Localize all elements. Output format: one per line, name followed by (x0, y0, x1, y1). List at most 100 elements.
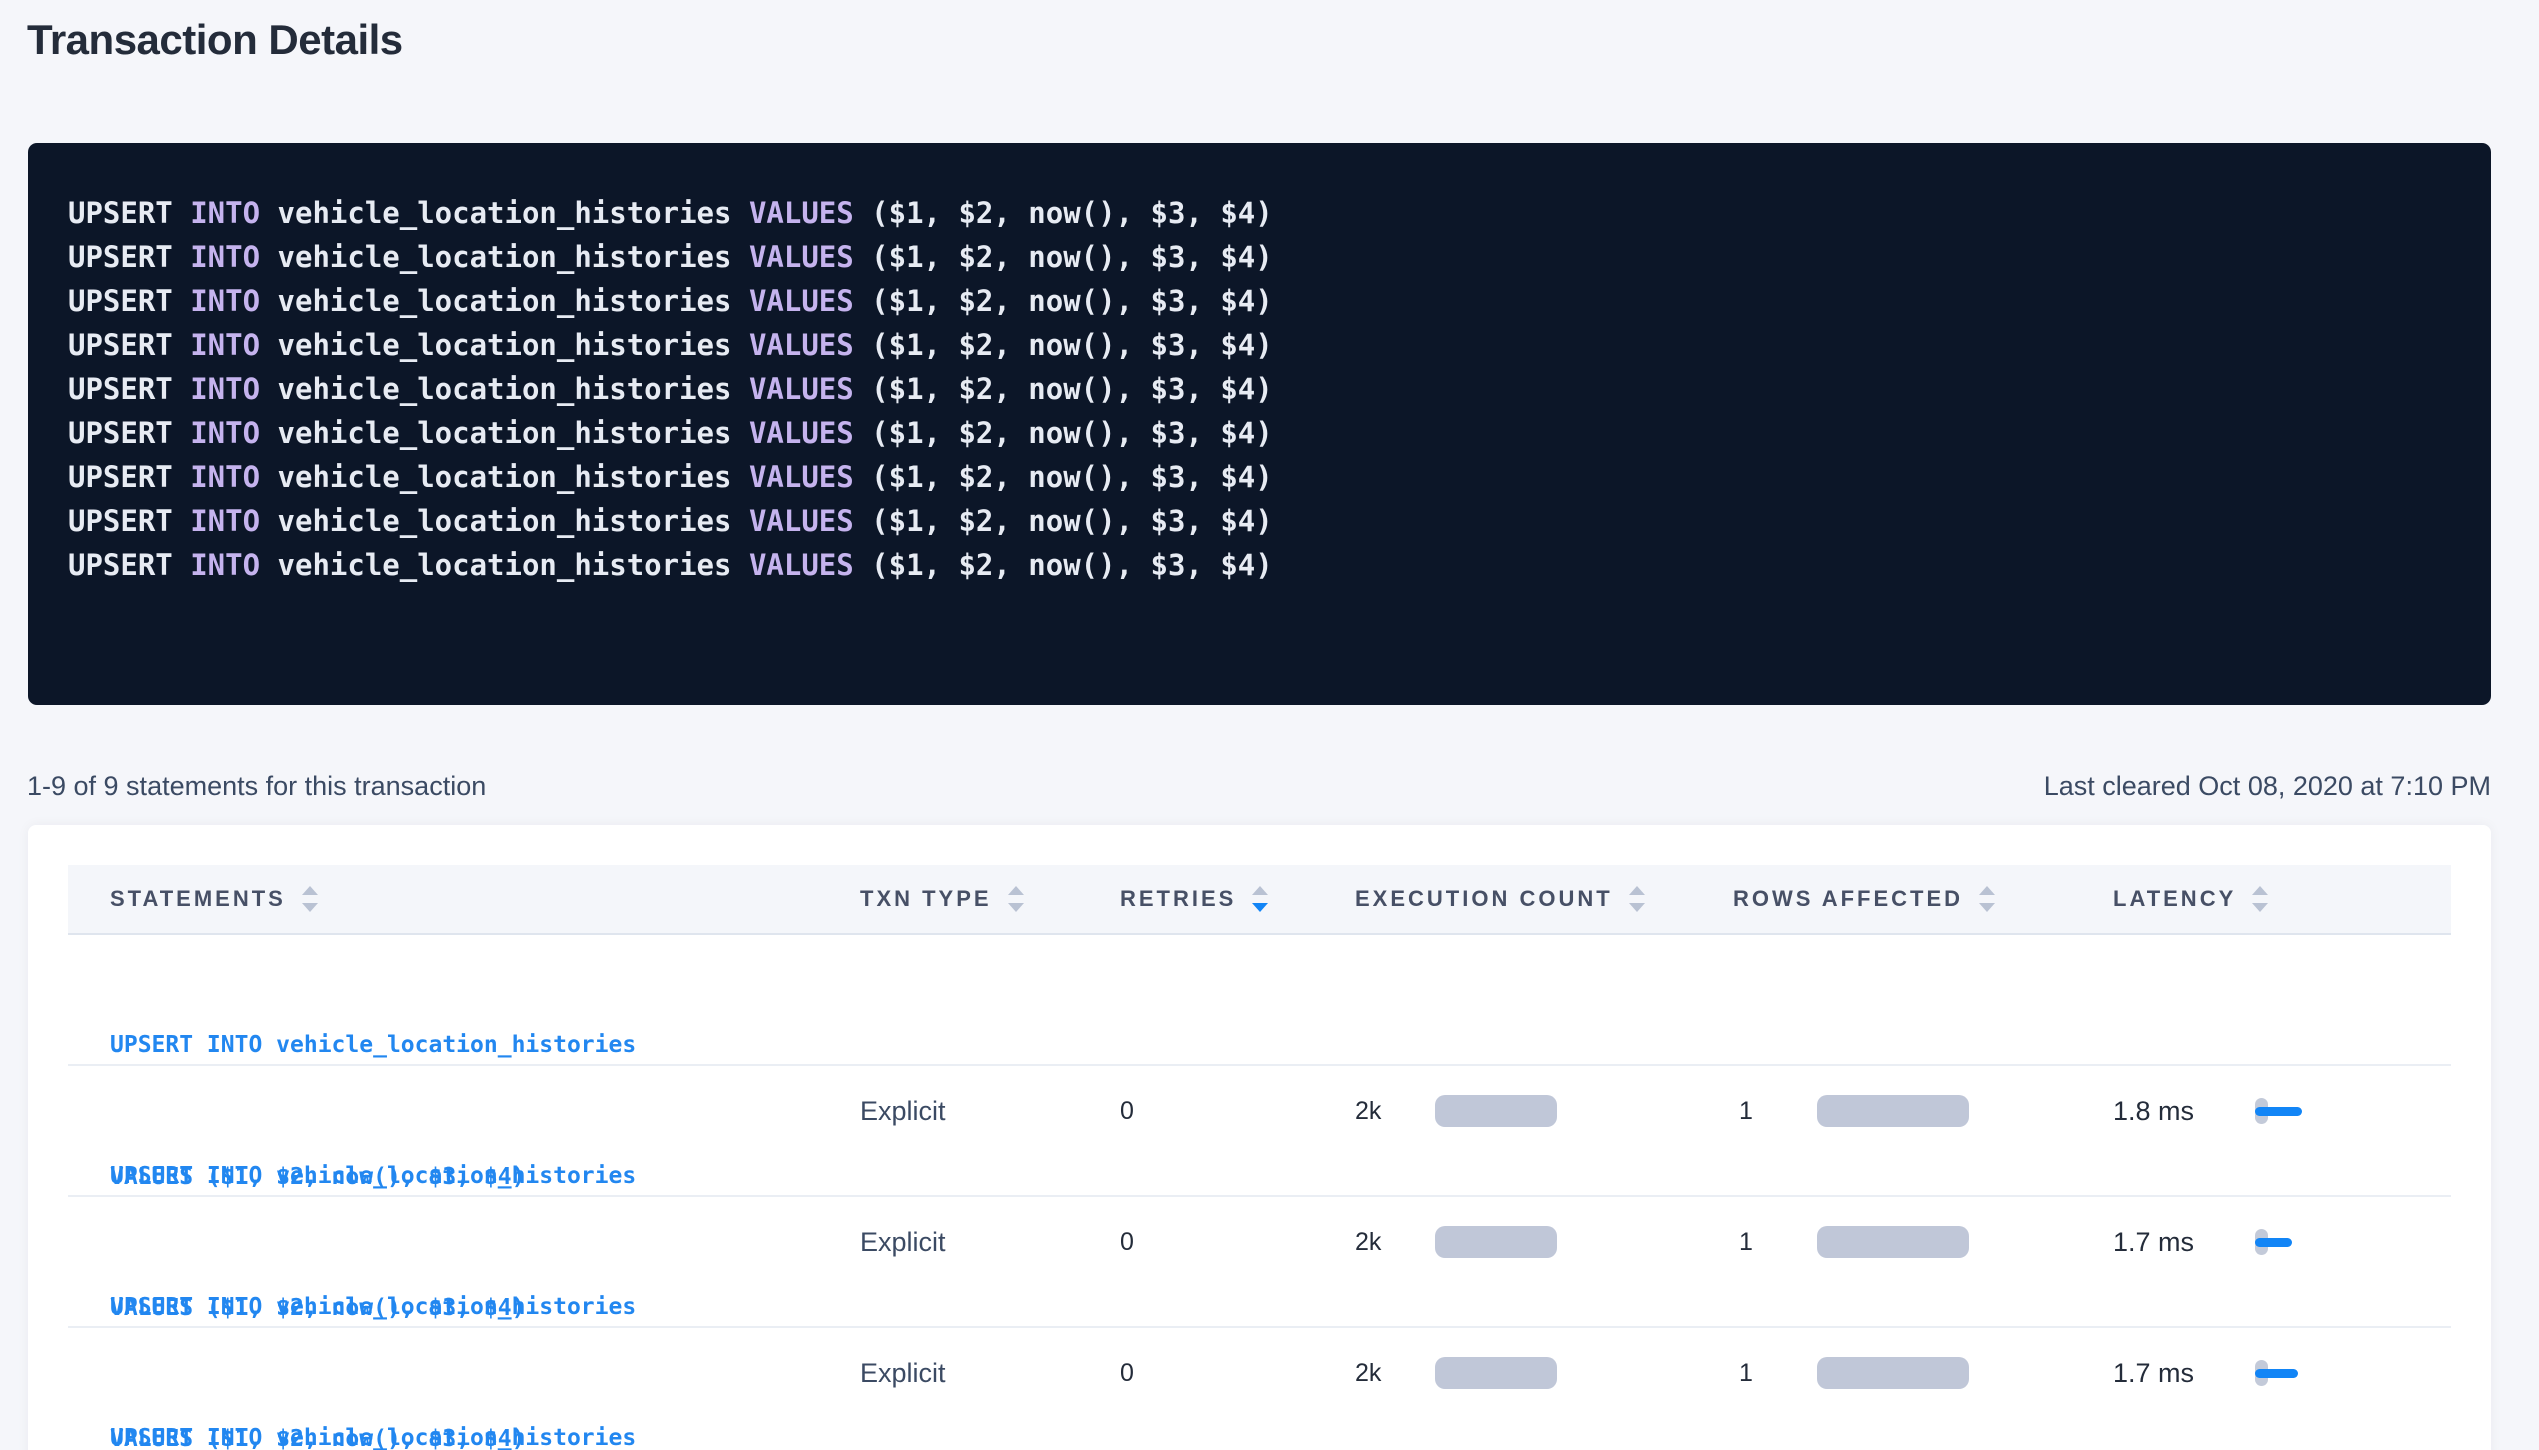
sql-token-keyword: VALUES (749, 240, 871, 274)
statement-line: UPSERT INTO vehicle_location_histories (110, 1285, 860, 1329)
table-header-row: STATEMENTS TXN TYPE RETRIES EXECUTION CO… (68, 865, 2451, 935)
rows-affected-bar (1817, 1357, 1969, 1389)
statement-line: UPSERT INTO vehicle_location_histories (110, 1023, 860, 1067)
sql-token-keyword: INTO (190, 460, 277, 494)
sql-token: ($1, $2, now(), $3, $4) (871, 548, 1273, 582)
latency-bar-chart (2255, 1095, 2375, 1127)
sort-arrows-icon[interactable] (2252, 886, 2268, 912)
sql-token-keyword: INTO (190, 328, 277, 362)
sql-token: ($1, $2, now(), $3, $4) (871, 460, 1273, 494)
column-header-statements[interactable]: STATEMENTS (68, 886, 860, 912)
column-header-label: LATENCY (2113, 886, 2236, 912)
sql-code-line: UPSERT INTO vehicle_location_histories V… (68, 235, 2451, 279)
rows-affected-cell: 1 (1733, 1095, 2113, 1127)
rows-affected-value: 1 (1733, 1359, 1817, 1388)
statements-table-card: STATEMENTS TXN TYPE RETRIES EXECUTION CO… (28, 825, 2491, 1450)
sql-token: UPSERT (68, 284, 190, 318)
sql-token-keyword: INTO (190, 240, 277, 274)
txn-type-cell: Explicit (860, 1096, 1120, 1127)
sql-code-line: UPSERT INTO vehicle_location_histories V… (68, 367, 2451, 411)
sql-token: ($1, $2, now(), $3, $4) (871, 240, 1273, 274)
sql-token-keyword: INTO (190, 372, 277, 406)
sort-arrows-icon[interactable] (1979, 886, 1995, 912)
sql-statements-box: UPSERT INTO vehicle_location_histories V… (28, 143, 2491, 705)
latency-bar (2255, 1238, 2292, 1247)
column-header-retries[interactable]: RETRIES (1120, 886, 1355, 912)
retries-cell: 0 (1120, 1359, 1355, 1388)
latency-bar (2255, 1369, 2298, 1378)
latency-value: 1.7 ms (2113, 1358, 2255, 1389)
column-header-label: STATEMENTS (110, 886, 286, 912)
execution-count-value: 2k (1355, 1359, 1435, 1388)
execution-count-value: 2k (1355, 1228, 1435, 1257)
latency-cell: 1.7 ms (2113, 1357, 2451, 1389)
sql-token-keyword: INTO (190, 196, 277, 230)
statement-line: UPSERT INTO vehicle_location_histories (110, 1416, 860, 1450)
column-header-latency[interactable]: LATENCY (2113, 886, 2451, 912)
sql-token: ($1, $2, now(), $3, $4) (871, 372, 1273, 406)
txn-type-cell: Explicit (860, 1227, 1120, 1258)
sql-token: UPSERT (68, 372, 190, 406)
sql-code-line: UPSERT INTO vehicle_location_histories V… (68, 543, 2451, 587)
latency-bar (2255, 1107, 2302, 1116)
sql-token: UPSERT (68, 240, 190, 274)
column-header-txn-type[interactable]: TXN TYPE (860, 886, 1120, 912)
sql-token-keyword: VALUES (749, 504, 871, 538)
table-row: UPSERT INTO vehicle_location_histories V… (68, 1328, 2451, 1450)
statement-link[interactable]: UPSERT INTO vehicle_location_histories V… (68, 1328, 860, 1450)
sql-token-keyword: VALUES (749, 372, 871, 406)
column-header-rows-affected[interactable]: ROWS AFFECTED (1733, 886, 2113, 912)
sql-token: vehicle_location_histories (278, 240, 749, 274)
latency-cell: 1.7 ms (2113, 1226, 2451, 1258)
execution-count-cell: 2k (1355, 1095, 1733, 1127)
table-row: UPSERT INTO vehicle_location_histories V… (68, 1197, 2451, 1328)
rows-affected-cell: 1 (1733, 1226, 2113, 1258)
sql-token: UPSERT (68, 460, 190, 494)
sql-token: ($1, $2, now(), $3, $4) (871, 284, 1273, 318)
summary-row: 1-9 of 9 statements for this transaction… (27, 769, 2491, 803)
statements-count-text: 1-9 of 9 statements for this transaction (27, 769, 486, 803)
sql-token: ($1, $2, now(), $3, $4) (871, 196, 1273, 230)
sql-token-keyword: INTO (190, 416, 277, 450)
execution-count-bar (1435, 1226, 1557, 1258)
rows-affected-value: 1 (1733, 1097, 1817, 1126)
sql-code-line: UPSERT INTO vehicle_location_histories V… (68, 323, 2451, 367)
retries-cell: 0 (1120, 1097, 1355, 1126)
column-header-label: RETRIES (1120, 886, 1236, 912)
sql-token-keyword: INTO (190, 504, 277, 538)
sort-arrows-icon[interactable] (302, 886, 318, 912)
column-header-label: TXN TYPE (860, 886, 992, 912)
sql-token: ($1, $2, now(), $3, $4) (871, 328, 1273, 362)
sort-arrows-icon[interactable] (1008, 886, 1024, 912)
last-cleared-text: Last cleared Oct 08, 2020 at 7:10 PM (2044, 769, 2491, 803)
latency-value: 1.7 ms (2113, 1227, 2255, 1258)
sql-token: ($1, $2, now(), $3, $4) (871, 416, 1273, 450)
rows-affected-bar (1817, 1095, 1969, 1127)
sql-token-keyword: VALUES (749, 460, 871, 494)
sql-token: vehicle_location_histories (278, 196, 749, 230)
sql-token-keyword: VALUES (749, 196, 871, 230)
rows-affected-value: 1 (1733, 1228, 1817, 1257)
txn-type-cell: Explicit (860, 1358, 1120, 1389)
table-row: UPSERT INTO vehicle_location_histories V… (68, 935, 2451, 1066)
column-header-label: EXECUTION COUNT (1355, 886, 1613, 912)
sql-token: ($1, $2, now(), $3, $4) (871, 504, 1273, 538)
sql-code-line: UPSERT INTO vehicle_location_histories V… (68, 191, 2451, 235)
latency-cell: 1.8 ms (2113, 1095, 2451, 1127)
sql-code-line: UPSERT INTO vehicle_location_histories V… (68, 279, 2451, 323)
execution-count-value: 2k (1355, 1097, 1435, 1126)
latency-bar-chart (2255, 1226, 2375, 1258)
execution-count-cell: 2k (1355, 1226, 1733, 1258)
sql-token: vehicle_location_histories (278, 284, 749, 318)
sort-arrows-icon[interactable] (1252, 886, 1268, 912)
sql-token-keyword: VALUES (749, 416, 871, 450)
sql-token-keyword: INTO (190, 548, 277, 582)
sort-arrows-icon[interactable] (1629, 886, 1645, 912)
sql-token: vehicle_location_histories (278, 416, 749, 450)
sql-token-keyword: VALUES (749, 284, 871, 318)
sql-token: UPSERT (68, 196, 190, 230)
retries-cell: 0 (1120, 1228, 1355, 1257)
column-header-execution-count[interactable]: EXECUTION COUNT (1355, 886, 1733, 912)
sql-code-lines: UPSERT INTO vehicle_location_histories V… (68, 191, 2451, 587)
sql-token-keyword: VALUES (749, 548, 871, 582)
